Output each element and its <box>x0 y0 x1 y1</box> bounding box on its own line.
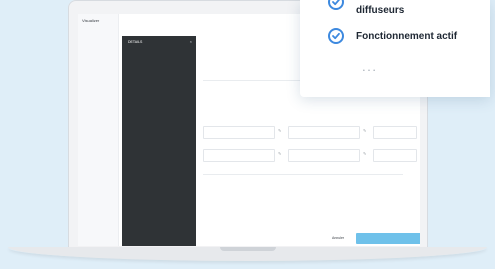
input-box[interactable] <box>203 149 275 162</box>
input-box[interactable] <box>203 126 275 139</box>
details-drawer: DETAILS × <box>122 36 196 246</box>
divider <box>203 174 403 175</box>
pencil-icon[interactable]: ✎ <box>363 128 366 133</box>
save-button[interactable] <box>356 233 420 244</box>
drawer-title: DETAILS <box>128 40 143 44</box>
input-box[interactable] <box>288 149 360 162</box>
input-box[interactable] <box>288 126 360 139</box>
input-box[interactable] <box>373 149 417 162</box>
app-logo: Visualizer <box>82 18 100 23</box>
cancel-button[interactable]: Annuler <box>332 236 344 240</box>
feature-label: diffuseurs <box>356 5 405 16</box>
laptop-notch <box>220 247 276 251</box>
close-icon[interactable]: × <box>190 39 192 44</box>
carousel-dots[interactable]: • • • <box>363 68 376 74</box>
app-sidebar: Visualizer <box>78 14 119 246</box>
check-circle-icon <box>328 28 344 44</box>
pencil-icon[interactable]: ✎ <box>278 151 281 156</box>
input-box[interactable] <box>373 126 417 139</box>
pencil-icon[interactable]: ✎ <box>363 151 366 156</box>
check-circle-icon <box>328 0 344 10</box>
pencil-icon[interactable]: ✎ <box>278 128 281 133</box>
feature-card: diffuseurs Fonctionnement actif <box>300 0 490 97</box>
feature-label: Fonctionnement actif <box>356 31 458 42</box>
